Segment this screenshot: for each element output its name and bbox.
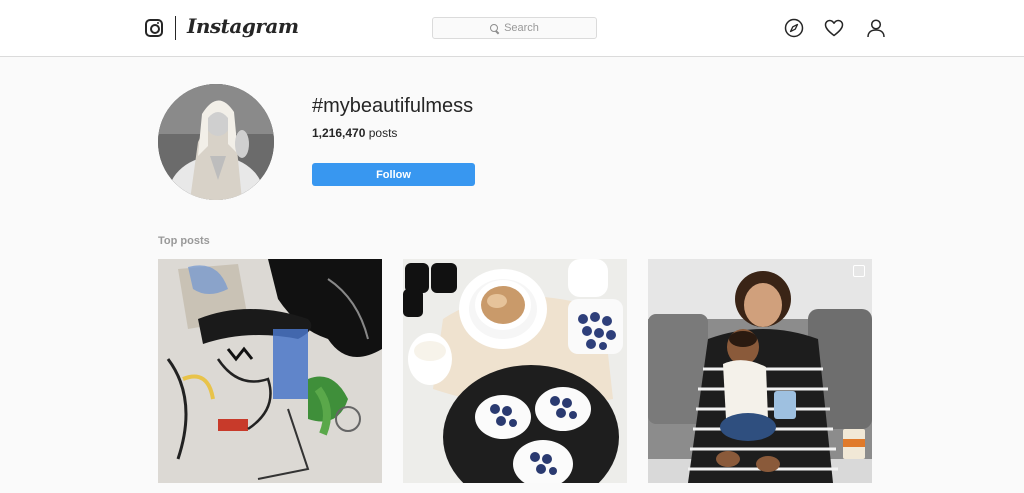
hashtag-avatar — [158, 84, 274, 200]
compass-icon[interactable] — [784, 18, 804, 38]
post-count: 1,216,470 posts — [312, 126, 397, 140]
top-posts-heading: Top posts — [158, 235, 210, 247]
post-count-suffix: posts — [365, 126, 398, 140]
logo-divider — [175, 16, 176, 40]
hashtag-title: #mybeautifulmess — [312, 95, 474, 117]
post-count-number: 1,216,470 — [312, 126, 366, 140]
top-navigation-bar: Instagram Search — [0, 0, 1024, 57]
profile-icon[interactable] — [866, 18, 886, 38]
post-thumbnail-mother-baby[interactable] — [648, 259, 872, 483]
multiple-photos-icon — [853, 265, 865, 277]
post-thumbnail-coffee-pavlovas[interactable] — [403, 259, 627, 483]
search-icon — [490, 23, 499, 33]
search-input[interactable]: Search — [432, 17, 597, 39]
heart-icon[interactable] — [824, 18, 844, 38]
instagram-wordmark[interactable]: Instagram — [187, 14, 299, 38]
follow-button[interactable]: Follow — [312, 163, 475, 186]
instagram-logo-icon[interactable] — [145, 19, 163, 37]
post-thumbnail-abstract-painting[interactable] — [158, 259, 382, 483]
search-placeholder: Search — [504, 22, 539, 34]
